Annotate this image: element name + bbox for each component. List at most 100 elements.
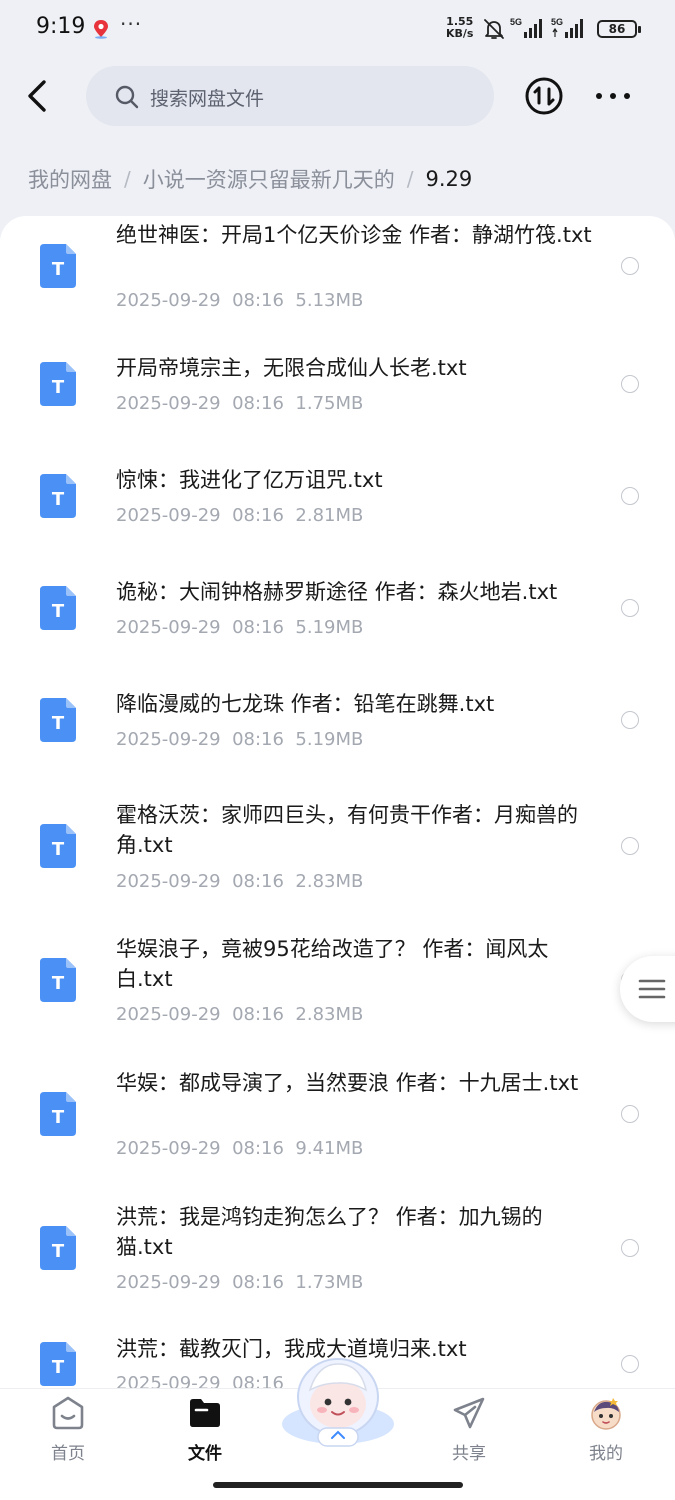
file-row[interactable]: T 华娱浪子，竟被95花给改造了？ 作者：闻风太白.txt 2025-09-29… (0, 908, 675, 1042)
text-file-icon: T (40, 474, 76, 518)
file-size: 1.75MB (295, 393, 364, 414)
text-file-icon: T (40, 1226, 76, 1270)
search-icon (115, 85, 139, 109)
svg-text:T: T (52, 1107, 65, 1128)
file-date: 2025-09-29 (116, 505, 221, 526)
svg-text:T: T (52, 259, 65, 280)
nav-profile-label: 我的 (589, 1444, 623, 1464)
location-pin-icon (94, 20, 108, 39)
status-more-dots: ··· (120, 12, 143, 36)
file-name: 洪荒：我是鸿钧走狗怎么了？ 作者：加九锡的猫.txt (116, 1205, 543, 1259)
svg-text:T: T (52, 839, 65, 860)
home-icon (52, 1396, 84, 1430)
back-arrow-icon[interactable] (20, 76, 56, 116)
breadcrumb-my-drive[interactable]: 我的网盘 (28, 164, 112, 194)
file-date: 2025-09-29 (116, 617, 221, 638)
file-list: T 绝世神医：开局1个亿天价诊金 作者：静湖竹筏.txt 2025-09-29 … (0, 216, 675, 1388)
text-file-icon: T (40, 824, 76, 868)
file-meta: 2025-09-29 08:16 5.19MB (116, 617, 363, 638)
file-time: 08:16 (232, 393, 284, 414)
file-meta: 2025-09-29 08:16 2.83MB (116, 871, 363, 892)
file-select-checkbox[interactable] (621, 711, 639, 729)
nav-share-label: 共享 (452, 1444, 486, 1464)
file-name: 霍格沃茨：家师四巨头，有何贵干作者：月痴兽的角.txt (116, 803, 578, 857)
file-time: 08:16 (232, 617, 284, 638)
text-file-icon: T (40, 1092, 76, 1136)
svg-text:T: T (52, 973, 65, 994)
file-date: 2025-09-29 (116, 290, 221, 311)
breadcrumb: 我的网盘 / 小说一资源只留最新几天的 / 9.29 (28, 164, 472, 194)
network-speed: 1.55 KB/s (446, 16, 473, 40)
file-select-checkbox[interactable] (621, 487, 639, 505)
file-row[interactable]: T 开局帝境宗主，无限合成仙人长老.txt 2025-09-29 08:16 1… (0, 326, 675, 438)
transfer-list-icon[interactable] (524, 76, 564, 116)
status-time: 9:19 (36, 14, 86, 39)
breadcrumb-separator: / (406, 167, 414, 191)
file-meta: 2025-09-29 08:16 5.13MB (116, 290, 363, 311)
more-options-icon[interactable] (593, 82, 633, 110)
home-indicator[interactable] (213, 1482, 463, 1488)
file-name: 华娱浪子，竟被95花给改造了？ 作者：闻风太白.txt (116, 937, 549, 991)
file-row[interactable]: T 降临漫威的七龙珠 作者：铅笔在跳舞.txt 2025-09-29 08:16… (0, 662, 675, 774)
file-size: 9.41MB (295, 1138, 364, 1159)
nav-files[interactable]: 文件 (150, 1389, 260, 1469)
file-select-checkbox[interactable] (621, 1239, 639, 1257)
file-row[interactable]: T 霍格沃茨：家师四巨头，有何贵干作者：月痴兽的角.txt 2025-09-29… (0, 774, 675, 908)
svg-text:T: T (52, 1241, 65, 1262)
mascot-assistant-icon[interactable] (278, 1352, 398, 1452)
file-date: 2025-09-29 (116, 1373, 221, 1388)
file-date: 2025-09-29 (116, 1004, 221, 1025)
file-meta: 2025-09-29 08:16 1.73MB (116, 1272, 363, 1293)
file-name: 华娱：都成导演了，当然要浪 作者：十九居士.txt (116, 1071, 579, 1095)
text-file-icon: T (40, 362, 76, 406)
text-file-icon: T (40, 586, 76, 630)
file-select-checkbox[interactable] (621, 599, 639, 617)
svg-text:T: T (52, 1357, 65, 1378)
svg-text:T: T (52, 713, 65, 734)
file-time: 08:16 (232, 1004, 284, 1025)
text-file-icon: T (40, 698, 76, 742)
file-row[interactable]: T 华娱：都成导演了，当然要浪 作者：十九居士.txt 2025-09-29 0… (0, 1042, 675, 1176)
status-bar: 9:19 ··· 1.55 KB/s 5G 5G 86 (0, 0, 675, 60)
file-row[interactable]: T 洪荒：我是鸿钧走狗怎么了？ 作者：加九锡的猫.txt 2025-09-29 … (0, 1176, 675, 1310)
file-date: 2025-09-29 (116, 1138, 221, 1159)
nav-share[interactable]: 共享 (414, 1389, 524, 1469)
file-date: 2025-09-29 (116, 871, 221, 892)
file-row[interactable]: T 惊悚：我进化了亿万诅咒.txt 2025-09-29 08:16 2.81M… (0, 438, 675, 550)
file-date: 2025-09-29 (116, 393, 221, 414)
share-icon (453, 1397, 485, 1429)
nav-home[interactable]: 首页 (13, 1389, 123, 1469)
nav-home-label: 首页 (51, 1444, 85, 1464)
file-select-checkbox[interactable] (621, 1105, 639, 1123)
breadcrumb-novel-folder[interactable]: 小说一资源只留最新几天的 (143, 164, 395, 194)
file-size: 1.73MB (295, 1272, 364, 1293)
file-size: 2.83MB (295, 871, 364, 892)
search-input[interactable]: 搜索网盘文件 (86, 66, 494, 126)
top-bar: 搜索网盘文件 (0, 64, 675, 128)
file-meta: 2025-09-29 08:16 5.19MB (116, 729, 363, 750)
file-meta: 2025-09-29 08:16 (116, 1373, 295, 1388)
hamburger-menu-icon (638, 979, 666, 999)
file-size: 5.19MB (295, 617, 364, 638)
file-select-checkbox[interactable] (621, 837, 639, 855)
svg-text:5G: 5G (510, 17, 522, 27)
file-time: 08:16 (232, 871, 284, 892)
file-row[interactable]: T 绝世神医：开局1个亿天价诊金 作者：静湖竹筏.txt 2025-09-29 … (0, 216, 675, 326)
file-meta: 2025-09-29 08:16 9.41MB (116, 1138, 363, 1159)
svg-text:5G: 5G (551, 17, 563, 27)
signal-5g-icon: 5G (510, 17, 542, 38)
file-name: 绝世神医：开局1个亿天价诊金 作者：静湖竹筏.txt (116, 223, 592, 247)
file-select-checkbox[interactable] (621, 375, 639, 393)
file-time: 08:16 (232, 1272, 284, 1293)
file-select-checkbox[interactable] (621, 257, 639, 275)
file-date: 2025-09-29 (116, 729, 221, 750)
breadcrumb-current-folder: 9.29 (425, 167, 473, 191)
file-date: 2025-09-29 (116, 1272, 221, 1293)
nav-profile[interactable]: 我的 (551, 1389, 661, 1469)
folder-icon (190, 1399, 220, 1427)
file-select-checkbox[interactable] (621, 1355, 639, 1373)
file-time: 08:16 (232, 290, 284, 311)
file-name: 开局帝境宗主，无限合成仙人长老.txt (116, 356, 467, 380)
text-file-icon: T (40, 244, 76, 288)
file-row[interactable]: T 诡秘：大闹钟格赫罗斯途径 作者：森火地岩.txt 2025-09-29 08… (0, 550, 675, 662)
